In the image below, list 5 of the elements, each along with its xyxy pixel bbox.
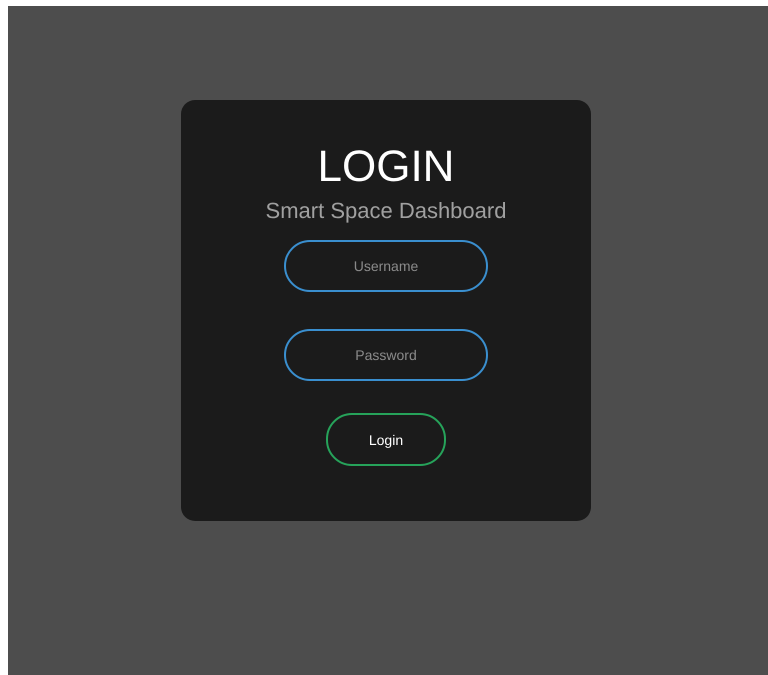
login-button[interactable]: Login	[326, 413, 446, 466]
input-field[interactable]: Password	[284, 329, 488, 381]
input-field[interactable]: Username	[284, 240, 488, 292]
login-title: LOGIN	[318, 142, 454, 192]
subtitle: Smart Space Dashboard	[266, 198, 506, 224]
